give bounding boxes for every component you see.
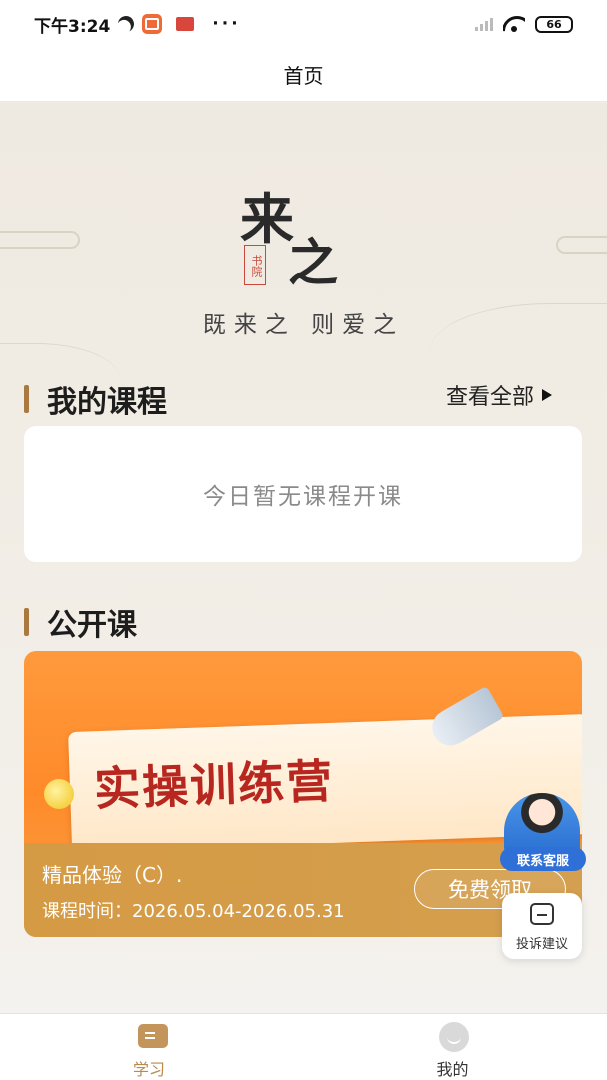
cloud-decoration [556,236,607,254]
moon-icon [116,14,137,35]
signal-icon [475,17,493,31]
view-all-label: 查看全部 [446,385,535,410]
app-notification-icon [142,14,163,34]
status-right: 66 [475,15,573,33]
nav-bar: 首页 [0,48,607,102]
course-info-bar: 精品体验（C）. 课程时间：2026.05.04-2026.05.31 免费领取 [24,843,582,937]
coin-icon [44,779,74,809]
app-notification-icon-2 [176,17,195,31]
brand-slogan: 既来之 则爱之 [202,312,405,338]
tab-study[interactable]: 学习 [0,1014,304,1080]
section-marker [24,385,29,413]
customer-service-label: 联系客服 [500,847,586,871]
book-icon [138,1024,168,1048]
open-course-card[interactable]: 实操训练营 精品体验（C）. 课程时间：2026.05.04-2026.05.3… [24,651,582,937]
tab-mine-label: 我的 [436,1060,469,1079]
wifi-icon [503,16,525,32]
logo-seal: 书院 [244,245,266,285]
triangle-right-icon [542,389,553,401]
cloud-decoration [0,231,80,249]
bottom-tab-bar: 学习 我的 [0,1013,607,1080]
my-courses-header: 我的课程 [24,377,167,421]
main-content[interactable]: 来 之 书院 既来之 则爱之 我的课程 查看全部 今日暂无课程开课 公开课 实操… [0,103,607,1013]
view-all-link[interactable]: 查看全部 [446,379,553,411]
status-time: 下午3:24 [34,16,111,37]
battery-icon: 66 [535,15,573,33]
feedback-button[interactable]: 投诉建议 [502,893,582,959]
customer-service-button[interactable]: 联系客服 [500,793,586,873]
open-courses-title: 公开课 [47,608,137,643]
my-courses-title: 我的课程 [47,385,167,420]
section-marker [24,608,29,636]
status-left: 下午3:24 ··· [34,12,241,37]
tab-study-label: 学习 [133,1060,166,1079]
profile-face-icon [438,1022,469,1052]
feedback-label: 投诉建议 [515,937,568,952]
course-time: 课程时间：2026.05.04-2026.05.31 [42,901,345,922]
my-courses-empty-card: 今日暂无课程开课 [24,426,582,562]
empty-courses-text: 今日暂无课程开课 [203,484,403,510]
course-name: 精品体验（C）. [42,863,183,887]
logo-main-char: 来 [240,187,294,251]
brand-logo: 来 之 书院 [236,175,366,295]
course-banner-title: 实操训练营 [93,753,335,817]
tab-mine[interactable]: 我的 [304,1014,607,1080]
status-bar: 下午3:24 ··· 66 [0,0,607,48]
logo-sub-char: 之 [288,233,338,292]
page-title: 首页 [283,64,324,88]
open-courses-header: 公开课 [24,600,137,644]
edit-note-icon [530,903,554,925]
more-notifications-icon: ··· [212,14,241,34]
